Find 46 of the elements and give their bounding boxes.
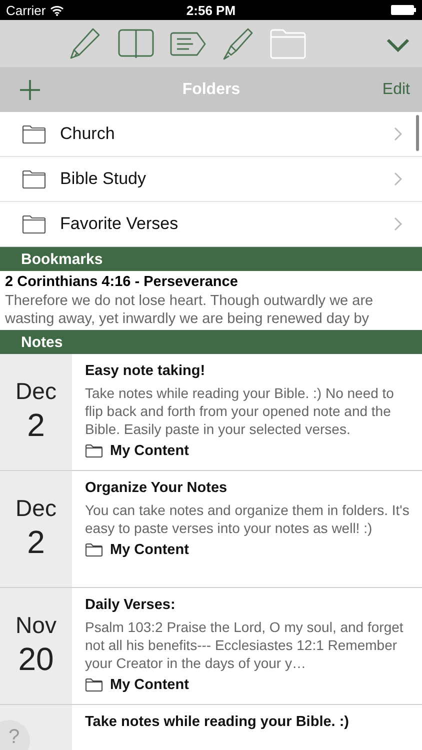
folder-name: Church <box>60 124 116 144</box>
book-icon[interactable] <box>118 28 154 60</box>
bookmark-text: Therefore we do not lose heart. Though outwardly we are wasting away, yet inwardly we are being renewed day by <box>5 292 374 328</box>
note-folder: My Content <box>110 542 189 558</box>
note-body: You can take notes and organize them in folders. It's easy to paste verses into your notes as well! :) <box>85 501 410 537</box>
note-day: 2 <box>27 524 45 561</box>
note-title[interactable]: Daily Verses: <box>85 597 414 613</box>
folder-name: Favorite Verses <box>60 214 180 234</box>
section-header: Bookmarks <box>0 247 422 271</box>
note-title[interactable]: Take notes while reading your Bible. :) <box>85 714 350 730</box>
note-day: 20 <box>18 641 54 678</box>
note-title[interactable]: Organize Your Notes <box>85 480 414 496</box>
note-month: Dec <box>16 378 56 405</box>
folder-icon <box>85 444 103 458</box>
add-icon[interactable] <box>20 80 40 100</box>
note-folder: My Content <box>110 677 189 693</box>
battery-icon <box>391 5 416 15</box>
carrier-label: Carrier <box>6 2 46 18</box>
folder-icon <box>22 214 46 234</box>
section-header: Notes <box>0 330 422 354</box>
note-body: Psalm 103:2 Praise the Lord, O my soul, and forget not all his benefits--- Ecclesiastes 12:1 Remember your Creator in the days of your y… <box>85 618 404 672</box>
folder-icon <box>85 543 103 557</box>
chevron-right-icon <box>394 217 402 231</box>
folders-title: Folders <box>182 80 240 98</box>
chevron-down-icon[interactable] <box>386 38 410 52</box>
chevron-right-icon <box>394 172 402 186</box>
edit-button[interactable]: Edit <box>382 80 410 98</box>
pencil-icon[interactable] <box>68 26 102 60</box>
scroll-bar <box>416 115 419 151</box>
folder-icon <box>22 170 46 188</box>
folder-name: Bible Study <box>60 169 147 189</box>
note-month: Dec <box>16 495 56 522</box>
wifi-icon <box>50 4 64 16</box>
folder-item[interactable]: Bible Study <box>0 157 422 202</box>
note-title[interactable]: Easy note taking! <box>85 363 414 379</box>
folder-icon <box>85 678 103 692</box>
status-time: 2:56 PM <box>186 2 236 18</box>
tag-icon[interactable] <box>170 32 206 56</box>
folder-icon <box>22 124 46 144</box>
chevron-right-icon <box>394 127 402 141</box>
note-day: 2 <box>27 407 45 444</box>
bookmark-title: 2 Corinthians 4:16 - Perseverance <box>5 274 239 290</box>
note-body: Take notes while reading your Bible. :) No need to flip back and forth from your opened note and the Bible. Easily paste in your selected verses. <box>85 384 395 438</box>
note-folder: My Content <box>110 443 189 459</box>
highlighter-icon[interactable] <box>222 26 254 60</box>
note-month: Nov <box>16 612 56 639</box>
